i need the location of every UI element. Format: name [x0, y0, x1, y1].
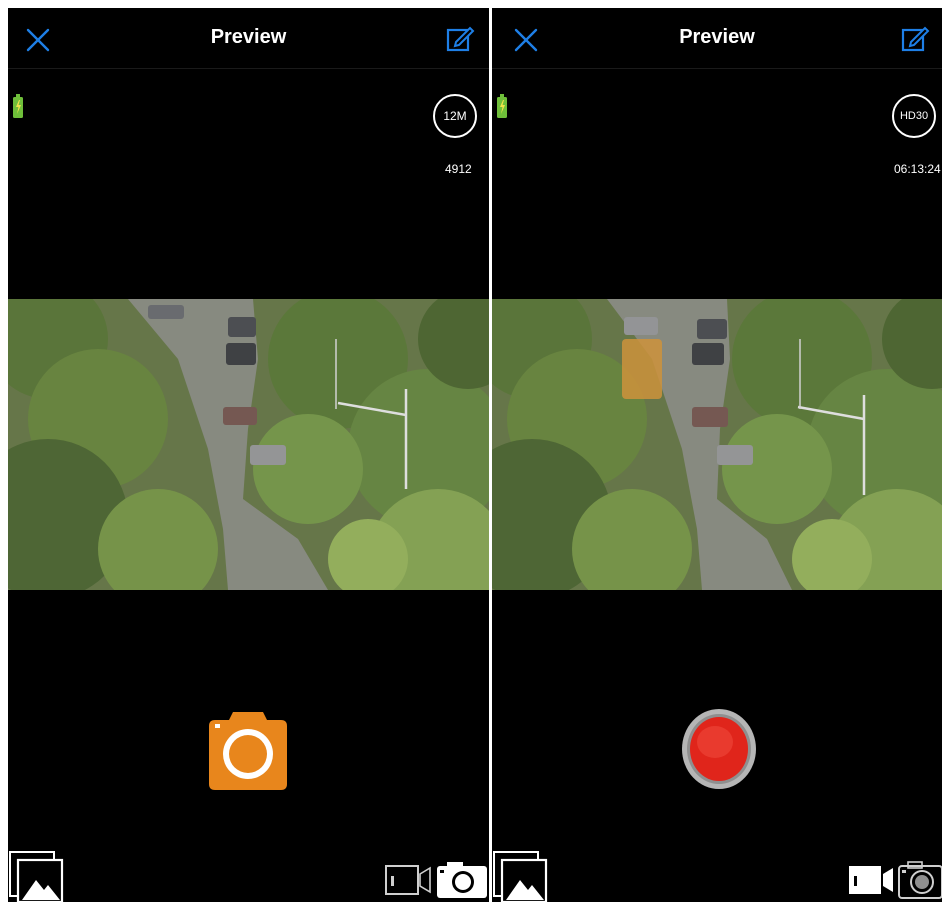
camera-live-preview: [8, 299, 489, 590]
camera-preview-screen-photo: Preview 12M 4912: [8, 8, 489, 902]
photo-mode-icon[interactable]: [437, 862, 487, 898]
preview-image: [492, 299, 942, 590]
photo-mode-icon[interactable]: [898, 861, 942, 899]
top-bar: Preview: [492, 8, 942, 69]
edit-icon[interactable]: [445, 24, 475, 54]
video-mode-icon[interactable]: [849, 866, 893, 894]
video-mode-icon[interactable]: [385, 865, 431, 895]
page-title: Preview: [210, 26, 287, 48]
page-title: Preview: [679, 26, 755, 48]
camera-live-preview: [492, 299, 942, 590]
record-button-icon[interactable]: [681, 708, 757, 790]
edit-icon[interactable]: [900, 24, 930, 54]
mode-switch[interactable]: [385, 860, 489, 900]
mode-switch[interactable]: [848, 860, 942, 900]
resolution-badge[interactable]: 12M: [433, 94, 477, 138]
gallery-icon[interactable]: [492, 850, 548, 902]
resolution-badge[interactable]: HD30: [892, 94, 936, 138]
battery-charging-icon: [13, 94, 23, 118]
camera-preview-screen-video: Preview HD30 06:13:24: [492, 8, 942, 902]
preview-image: [8, 299, 489, 590]
gallery-icon[interactable]: [8, 850, 64, 902]
battery-charging-icon: [497, 94, 507, 118]
photo-count: 4912: [445, 162, 472, 176]
remaining-record-time: 06:13:24: [894, 162, 941, 176]
camera-shutter-icon[interactable]: [209, 708, 287, 790]
mode-switch-icons: [849, 861, 942, 899]
top-bar: Preview: [8, 8, 489, 69]
mode-switch-icons: [385, 862, 487, 898]
